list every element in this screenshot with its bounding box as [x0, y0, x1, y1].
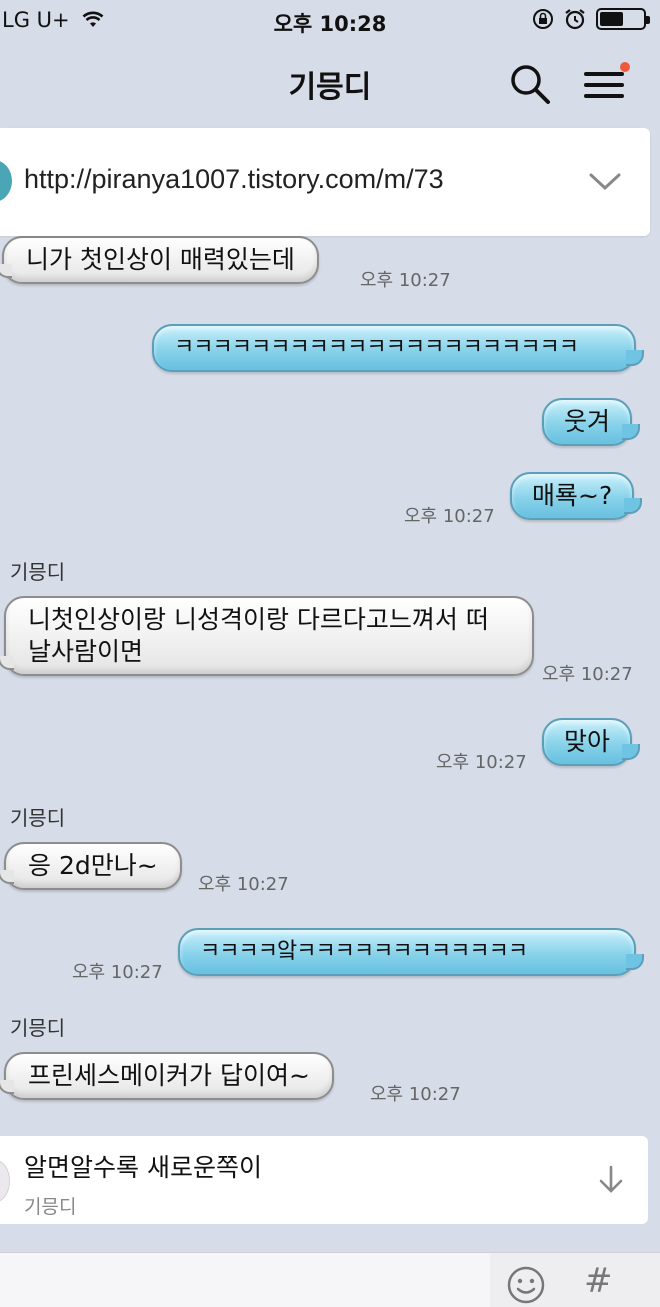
message-time: 오후 10:27 [404, 506, 495, 527]
emoji-button[interactable] [506, 1265, 546, 1305]
menu-icon-line [584, 94, 624, 98]
hashtag-button[interactable]: # [584, 1261, 613, 1301]
message-bubble[interactable]: 니첫인상이랑 니성격이랑 다르다고느껴서 떠날사람이면 [0, 596, 534, 676]
message-time: 오후 10:27 [436, 752, 527, 773]
announce-author: 기믕디 [24, 1196, 77, 1218]
battery-level [600, 12, 624, 26]
message-time: 오후 10:27 [198, 874, 289, 895]
message-time: 오후 10:27 [360, 270, 451, 291]
message-bubble[interactable]: 응 2d만나~ [0, 842, 182, 890]
message-bubble[interactable]: 웃겨 [542, 398, 641, 446]
announce-avatar [0, 1160, 10, 1202]
message-bubble[interactable]: 프린세스메이커가 답이여~ [0, 1052, 334, 1100]
message-bubble[interactable]: 맞아 [542, 718, 641, 766]
announcement-card[interactable]: 알면알수록 새로운쪽이 기믕디 [0, 1136, 648, 1224]
pinned-notice[interactable]: http://piranya1007.tistory.com/m/73 [0, 128, 650, 236]
chat-title: 기믕디 [288, 70, 372, 105]
message-bubble[interactable]: 매룍~? [510, 472, 643, 520]
message-time: 오후 10:27 [370, 1084, 461, 1105]
status-bar: LG U+ 오후 10:28 [0, 0, 660, 42]
menu-icon-line [584, 83, 624, 87]
chevron-down-icon[interactable] [588, 172, 622, 192]
search-icon [511, 65, 550, 104]
notification-dot [620, 62, 630, 72]
message-input-bar: # [0, 1252, 660, 1307]
search-button[interactable] [508, 62, 552, 106]
menu-icon [584, 72, 624, 76]
sender-name: 기믕디 [10, 806, 66, 830]
message-time: 오후 10:27 [72, 962, 163, 983]
message-bubble[interactable]: 니가 첫인상이 매력있는데 [0, 236, 319, 284]
arrow-down-icon[interactable] [596, 1164, 626, 1194]
sender-name: 기믕디 [10, 560, 66, 584]
status-right [532, 8, 650, 30]
battery-icon [596, 8, 650, 30]
message-bubble[interactable]: ㅋㅋㅋㅋ앜ㅋㅋㅋㅋㅋㅋㅋㅋㅋㅋㅋㅋ [178, 928, 644, 976]
emoji-icon [507, 1266, 545, 1304]
message-bubble[interactable]: ㅋㅋㅋㅋㅋㅋㅋㅋㅋㅋㅋㅋㅋㅋㅋㅋㅋㅋㅋㅋㅋ [152, 324, 644, 372]
menu-button[interactable] [582, 62, 630, 104]
sender-name: 기믕디 [10, 1016, 66, 1040]
alarm-icon [565, 9, 585, 30]
message-input[interactable] [0, 1253, 490, 1307]
rotation-lock-icon [533, 9, 553, 29]
message-time: 오후 10:27 [542, 664, 633, 685]
chat-header: 기믕디 [0, 42, 660, 128]
notice-link[interactable]: http://piranya1007.tistory.com/m/73 [24, 164, 444, 195]
announce-title: 알면알수록 새로운쪽이 [24, 1153, 262, 1182]
notice-avatar [0, 160, 12, 202]
